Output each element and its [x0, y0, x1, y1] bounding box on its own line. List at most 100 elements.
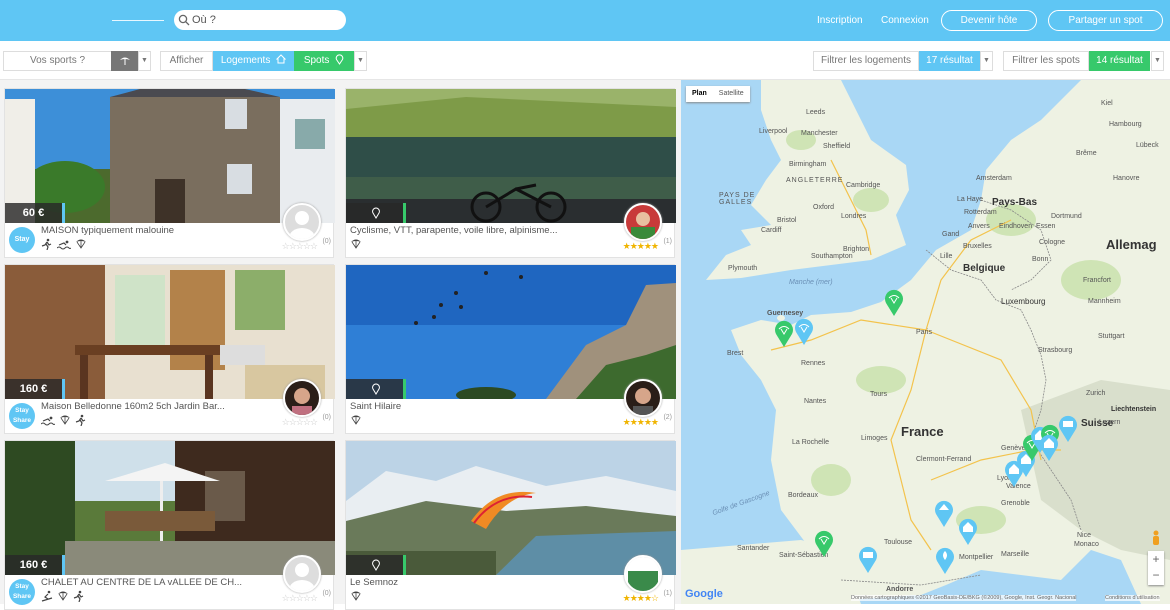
host-avatar[interactable]	[624, 379, 662, 417]
login-link[interactable]: Connexion	[881, 15, 929, 26]
street-view-pegman-icon[interactable]	[1151, 530, 1161, 546]
paraglider-icon	[351, 591, 361, 601]
listing-title[interactable]: MAISON typiquement malouine	[41, 225, 261, 236]
zoom-control[interactable]: + −	[1148, 551, 1164, 585]
map-view[interactable]: Plan Satellite France Allemag Belgique P…	[681, 80, 1170, 604]
spots-count-badge: 14 résultat	[1089, 51, 1150, 71]
map-label-city: Lille	[940, 253, 953, 260]
paraglider-icon	[58, 591, 68, 601]
zoom-in-button[interactable]: +	[1148, 551, 1164, 567]
map-label-city: Luzern	[1099, 419, 1121, 426]
toggle-logements-label: Logements	[220, 55, 271, 66]
map-label-city: Rotterdam	[964, 209, 997, 216]
stay-marker[interactable]	[793, 316, 815, 346]
stay-marker[interactable]	[933, 498, 955, 528]
runner-icon	[75, 414, 86, 426]
search-icon	[178, 14, 190, 26]
map-label-city: Bruxelles	[963, 243, 992, 250]
spot-pin-badge	[346, 555, 406, 575]
stay-marker[interactable]	[857, 544, 879, 574]
map-label-city: La Rochelle	[792, 439, 829, 446]
host-avatar[interactable]	[283, 555, 321, 593]
price-tag: 60 €	[5, 203, 65, 223]
spot-marker[interactable]	[813, 528, 835, 558]
toggle-spots-button[interactable]: Spots	[294, 51, 354, 71]
map-label-city: Gand	[942, 231, 960, 238]
spot-card[interactable]: Saint Hilaire ★★★★★ (2)	[345, 264, 676, 434]
logo[interactable]	[112, 20, 164, 21]
signup-link[interactable]: Inscription	[817, 15, 863, 26]
sports-dropdown-caret[interactable]: ▼	[138, 51, 151, 71]
sports-filter-button[interactable]	[111, 51, 138, 71]
swimmer-icon	[57, 240, 71, 250]
map-terms-link[interactable]: Conditions d'utilisation	[1105, 595, 1160, 601]
listing-card[interactable]: 160 € Stay Share CHALET AU CENTRE DE LA v…	[4, 440, 335, 610]
map-label-city: Leeds	[806, 109, 826, 116]
sports-select[interactable]: Vos sports ?	[3, 51, 111, 71]
map-type-satellite[interactable]: Satellite	[713, 86, 750, 102]
map-label-city: Bristol	[777, 217, 797, 224]
map-label-city: Brighton	[843, 246, 870, 253]
map-label-city: Southampton	[811, 253, 853, 260]
map-label-city: Monaco	[1074, 541, 1099, 548]
map-type-control[interactable]: Plan Satellite	[686, 86, 750, 102]
map-label-city: Londres	[841, 213, 867, 220]
paraglider-icon	[351, 239, 361, 249]
map-label-city: Tours	[870, 391, 888, 398]
stay-share-badge: Stay Share	[9, 403, 35, 429]
stay-marker[interactable]	[934, 545, 956, 575]
spot-marker[interactable]	[883, 287, 905, 317]
spot-title[interactable]: Le Semnoz	[350, 577, 570, 588]
map-label-city: Francfort	[1083, 277, 1112, 284]
listing-card[interactable]: 60 € Stay MAISON typiquement malouine ☆☆…	[4, 88, 335, 258]
paraglider-icon	[76, 239, 86, 249]
map-label-city: Rennes	[801, 360, 826, 367]
filter-logements-button[interactable]: Filtrer les logements	[813, 51, 919, 71]
sport-icons	[41, 238, 87, 250]
pin-icon	[372, 559, 380, 571]
host-avatar[interactable]	[283, 379, 321, 417]
share-spot-button[interactable]: Partager un spot	[1048, 10, 1163, 31]
pin-icon	[372, 383, 380, 395]
filter-spots-button[interactable]: Filtrer les spots	[1003, 51, 1089, 71]
search-placeholder: Où ?	[192, 14, 216, 26]
spots-dropdown-caret-right[interactable]: ▼	[1151, 51, 1164, 71]
rating-stars: ☆☆☆☆☆	[281, 241, 318, 251]
become-host-button[interactable]: Devenir hôte	[941, 10, 1037, 31]
toggle-logements-button[interactable]: Logements	[213, 51, 294, 71]
sport-icons	[350, 414, 362, 426]
runner-icon	[73, 590, 84, 602]
review-count: (0)	[322, 414, 331, 421]
spot-card[interactable]: Cyclisme, VTT, parapente, voile libre, a…	[345, 88, 676, 258]
listing-title[interactable]: CHALET AU CENTRE DE LA vALLEE DE CH...	[41, 577, 261, 588]
host-avatar[interactable]	[624, 555, 662, 593]
stay-marker[interactable]	[957, 516, 979, 546]
host-avatar[interactable]	[624, 203, 662, 241]
map-label-city: Hambourg	[1109, 121, 1142, 128]
spot-card[interactable]: Le Semnoz ★★★★☆ (1)	[345, 440, 676, 610]
location-search-input[interactable]: Où ?	[174, 10, 346, 30]
runner-icon	[41, 238, 52, 250]
map-footer: Google Données cartographiques ©2017 Geo…	[681, 588, 1170, 604]
map-label-sea: Manche (mer)	[789, 279, 833, 286]
spot-marker[interactable]	[773, 318, 795, 348]
top-header: Où ? Inscription Connexion Devenir hôte …	[0, 0, 1170, 41]
host-avatar[interactable]	[283, 203, 321, 241]
rating-stars: ★★★★★	[622, 417, 659, 427]
map-label-city: La Haye	[957, 196, 984, 203]
spots-dropdown-caret[interactable]: ▼	[354, 51, 367, 71]
listing-card[interactable]: 160 € Stay Share Maison Belledonne 160m2 …	[4, 264, 335, 434]
rating-stars: ★★★★☆	[622, 593, 659, 603]
map-label-city: Strasbourg	[1038, 347, 1073, 354]
zoom-out-button[interactable]: −	[1148, 567, 1164, 583]
swimmer-icon	[41, 416, 55, 426]
map-label-city: Sheffield	[823, 143, 851, 150]
spot-title[interactable]: Cyclisme, VTT, parapente, voile libre, a…	[350, 225, 570, 236]
map-label-city: Eindhoven	[999, 223, 1033, 230]
stay-marker[interactable]	[1057, 413, 1079, 443]
map-type-plan[interactable]: Plan	[686, 86, 713, 102]
spot-title[interactable]: Saint Hilaire	[350, 401, 570, 412]
logements-dropdown-caret[interactable]: ▼	[980, 51, 993, 71]
map-label-city: Liverpool	[759, 128, 788, 135]
listing-title[interactable]: Maison Belledonne 160m2 5ch Jardin Bar..…	[41, 401, 261, 412]
